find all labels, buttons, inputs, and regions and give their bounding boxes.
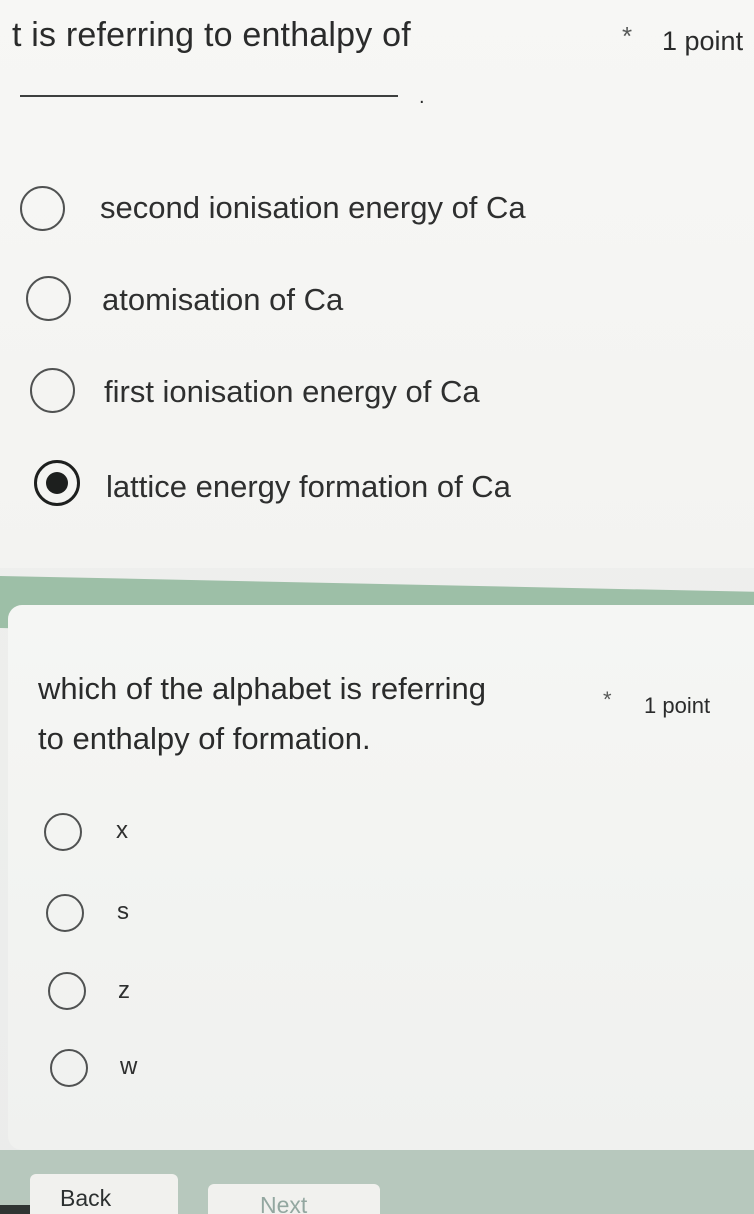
radio-button[interactable] (30, 368, 75, 413)
required-star-icon: * (622, 21, 633, 51)
radio-button[interactable] (50, 1049, 88, 1087)
q2-option-4[interactable]: w (50, 1049, 250, 1087)
q1-option-1[interactable]: second ionisation energy of Ca (20, 186, 620, 231)
question-1-title: t is referring to enthalpy of (12, 16, 411, 54)
back-button[interactable]: Back (30, 1174, 178, 1214)
q1-option-label: second ionisation energy of Ca (100, 190, 526, 225)
q1-option-4[interactable]: lattice energy formation of Ca (34, 460, 634, 506)
question-2-title-line-2: to enthalpy of formation. (38, 721, 371, 756)
radio-button-selected[interactable] (34, 460, 80, 506)
radio-button[interactable] (44, 813, 82, 851)
q1-option-2[interactable]: atomisation of Ca (26, 276, 626, 321)
radio-button[interactable] (46, 894, 84, 932)
q1-option-label: atomisation of Ca (102, 282, 344, 317)
q1-option-3[interactable]: first ionisation energy of Ca (30, 368, 630, 413)
form-page: t is referring to enthalpy of * 1 point … (0, 0, 754, 1214)
q2-option-label: x (116, 817, 128, 844)
q1-option-label: lattice energy formation of Ca (106, 469, 511, 504)
next-button-label: Next (260, 1192, 308, 1214)
blank-suffix: . (419, 86, 425, 108)
blank-line (20, 95, 398, 97)
next-button[interactable]: Next (208, 1184, 380, 1214)
q2-option-3[interactable]: z (48, 972, 248, 1010)
radio-button[interactable] (26, 276, 71, 321)
required-star-icon: * (603, 687, 612, 712)
radio-button[interactable] (20, 186, 65, 231)
back-arrow-icon (0, 1205, 30, 1214)
q2-option-label: w (120, 1053, 138, 1080)
question-2-points: 1 point (644, 693, 711, 718)
q2-option-label: z (118, 977, 130, 1004)
question-1-points: 1 point (662, 26, 744, 56)
q2-option-1[interactable]: x (44, 813, 244, 851)
q2-option-2[interactable]: s (46, 894, 246, 932)
radio-button[interactable] (48, 972, 86, 1010)
radio-selected-dot-icon (46, 472, 68, 494)
back-button-label: Back (60, 1185, 112, 1211)
q1-option-label: first ionisation energy of Ca (104, 374, 480, 409)
question-2-title-line-1: which of the alphabet is referring (38, 671, 487, 706)
q2-option-label: s (117, 898, 129, 925)
